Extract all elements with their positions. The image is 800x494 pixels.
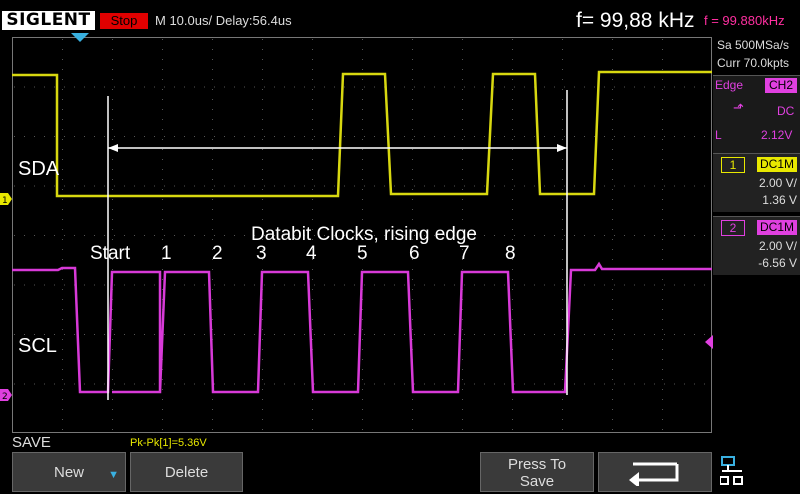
waveform-display: 1 2 SDA SCL Databit Clocks, rising edge … [0, 33, 713, 430]
ch1-number: 1 [721, 157, 745, 173]
trigger-level: 2.12V [761, 128, 793, 142]
delete-button[interactable]: Delete [130, 452, 243, 492]
delete-label: Delete [164, 464, 209, 481]
svg-text:2: 2 [2, 392, 8, 402]
sda-waveform [12, 70, 712, 198]
side-info-panel: Sa 500MSa/s Curr 70.0kpts Edge CH2 ⬏ DC … [713, 31, 800, 276]
trigger-position-marker[interactable] [71, 33, 89, 42]
bit-label-7: 7 [459, 243, 470, 264]
bit-label-5: 5 [357, 243, 368, 264]
trigger-coupling: DC [777, 104, 795, 118]
bit-label-3: 3 [256, 243, 267, 264]
chevron-down-icon: ▼ [108, 469, 119, 481]
return-icon [629, 462, 679, 488]
return-button[interactable] [598, 452, 712, 492]
trigger-level-label: L [715, 128, 722, 142]
save-label: Save [519, 473, 555, 490]
sda-label: SDA [18, 158, 60, 180]
trigger-source: CH2 [765, 78, 797, 93]
databit-title: Databit Clocks, rising edge [251, 224, 477, 245]
pk-pk-measurement: Pk-Pk[1]=5.36V [130, 437, 207, 449]
press-to-label: Press To [507, 456, 567, 473]
ch1-coupling: DC1M [757, 157, 797, 172]
sample-rate: Sa 500MSa/s [717, 38, 790, 52]
ch2-coupling: DC1M [757, 220, 797, 235]
bit-label-1: 1 [161, 243, 172, 264]
bit-label-2: 2 [212, 243, 223, 264]
ch1-info-box[interactable]: 1 DC1M 2.00 V/ 1.36 V [713, 153, 800, 212]
press-to-save-button[interactable]: Press To Save [480, 452, 594, 492]
scl-waveform [12, 261, 712, 394]
svg-text:1: 1 [2, 196, 8, 206]
menu-title: SAVE [12, 434, 51, 451]
ch2-scale: 2.00 V/ [758, 239, 797, 253]
rising-edge-icon: ⬏ [733, 100, 744, 115]
ch2-number: 2 [721, 220, 745, 236]
memory-depth: Curr 70.0kpts [717, 56, 790, 70]
ch2-offset: -6.56 V [758, 256, 797, 270]
ch2-info-box[interactable]: 2 DC1M 2.00 V/ -6.56 V [713, 216, 800, 275]
ch1-scale: 2.00 V/ [758, 176, 797, 190]
scl-label: SCL [18, 335, 57, 357]
bit-label-8: 8 [505, 243, 516, 264]
start-label: Start [90, 243, 131, 264]
trigger-type: Edge [715, 78, 744, 92]
trigger-level-marker[interactable] [705, 335, 713, 349]
network-icon [720, 456, 743, 485]
bit-label-4: 4 [306, 243, 317, 264]
new-button[interactable]: New ▼ [12, 452, 126, 492]
ch1-offset: 1.36 V [762, 193, 797, 207]
bit-label-6: 6 [409, 243, 420, 264]
